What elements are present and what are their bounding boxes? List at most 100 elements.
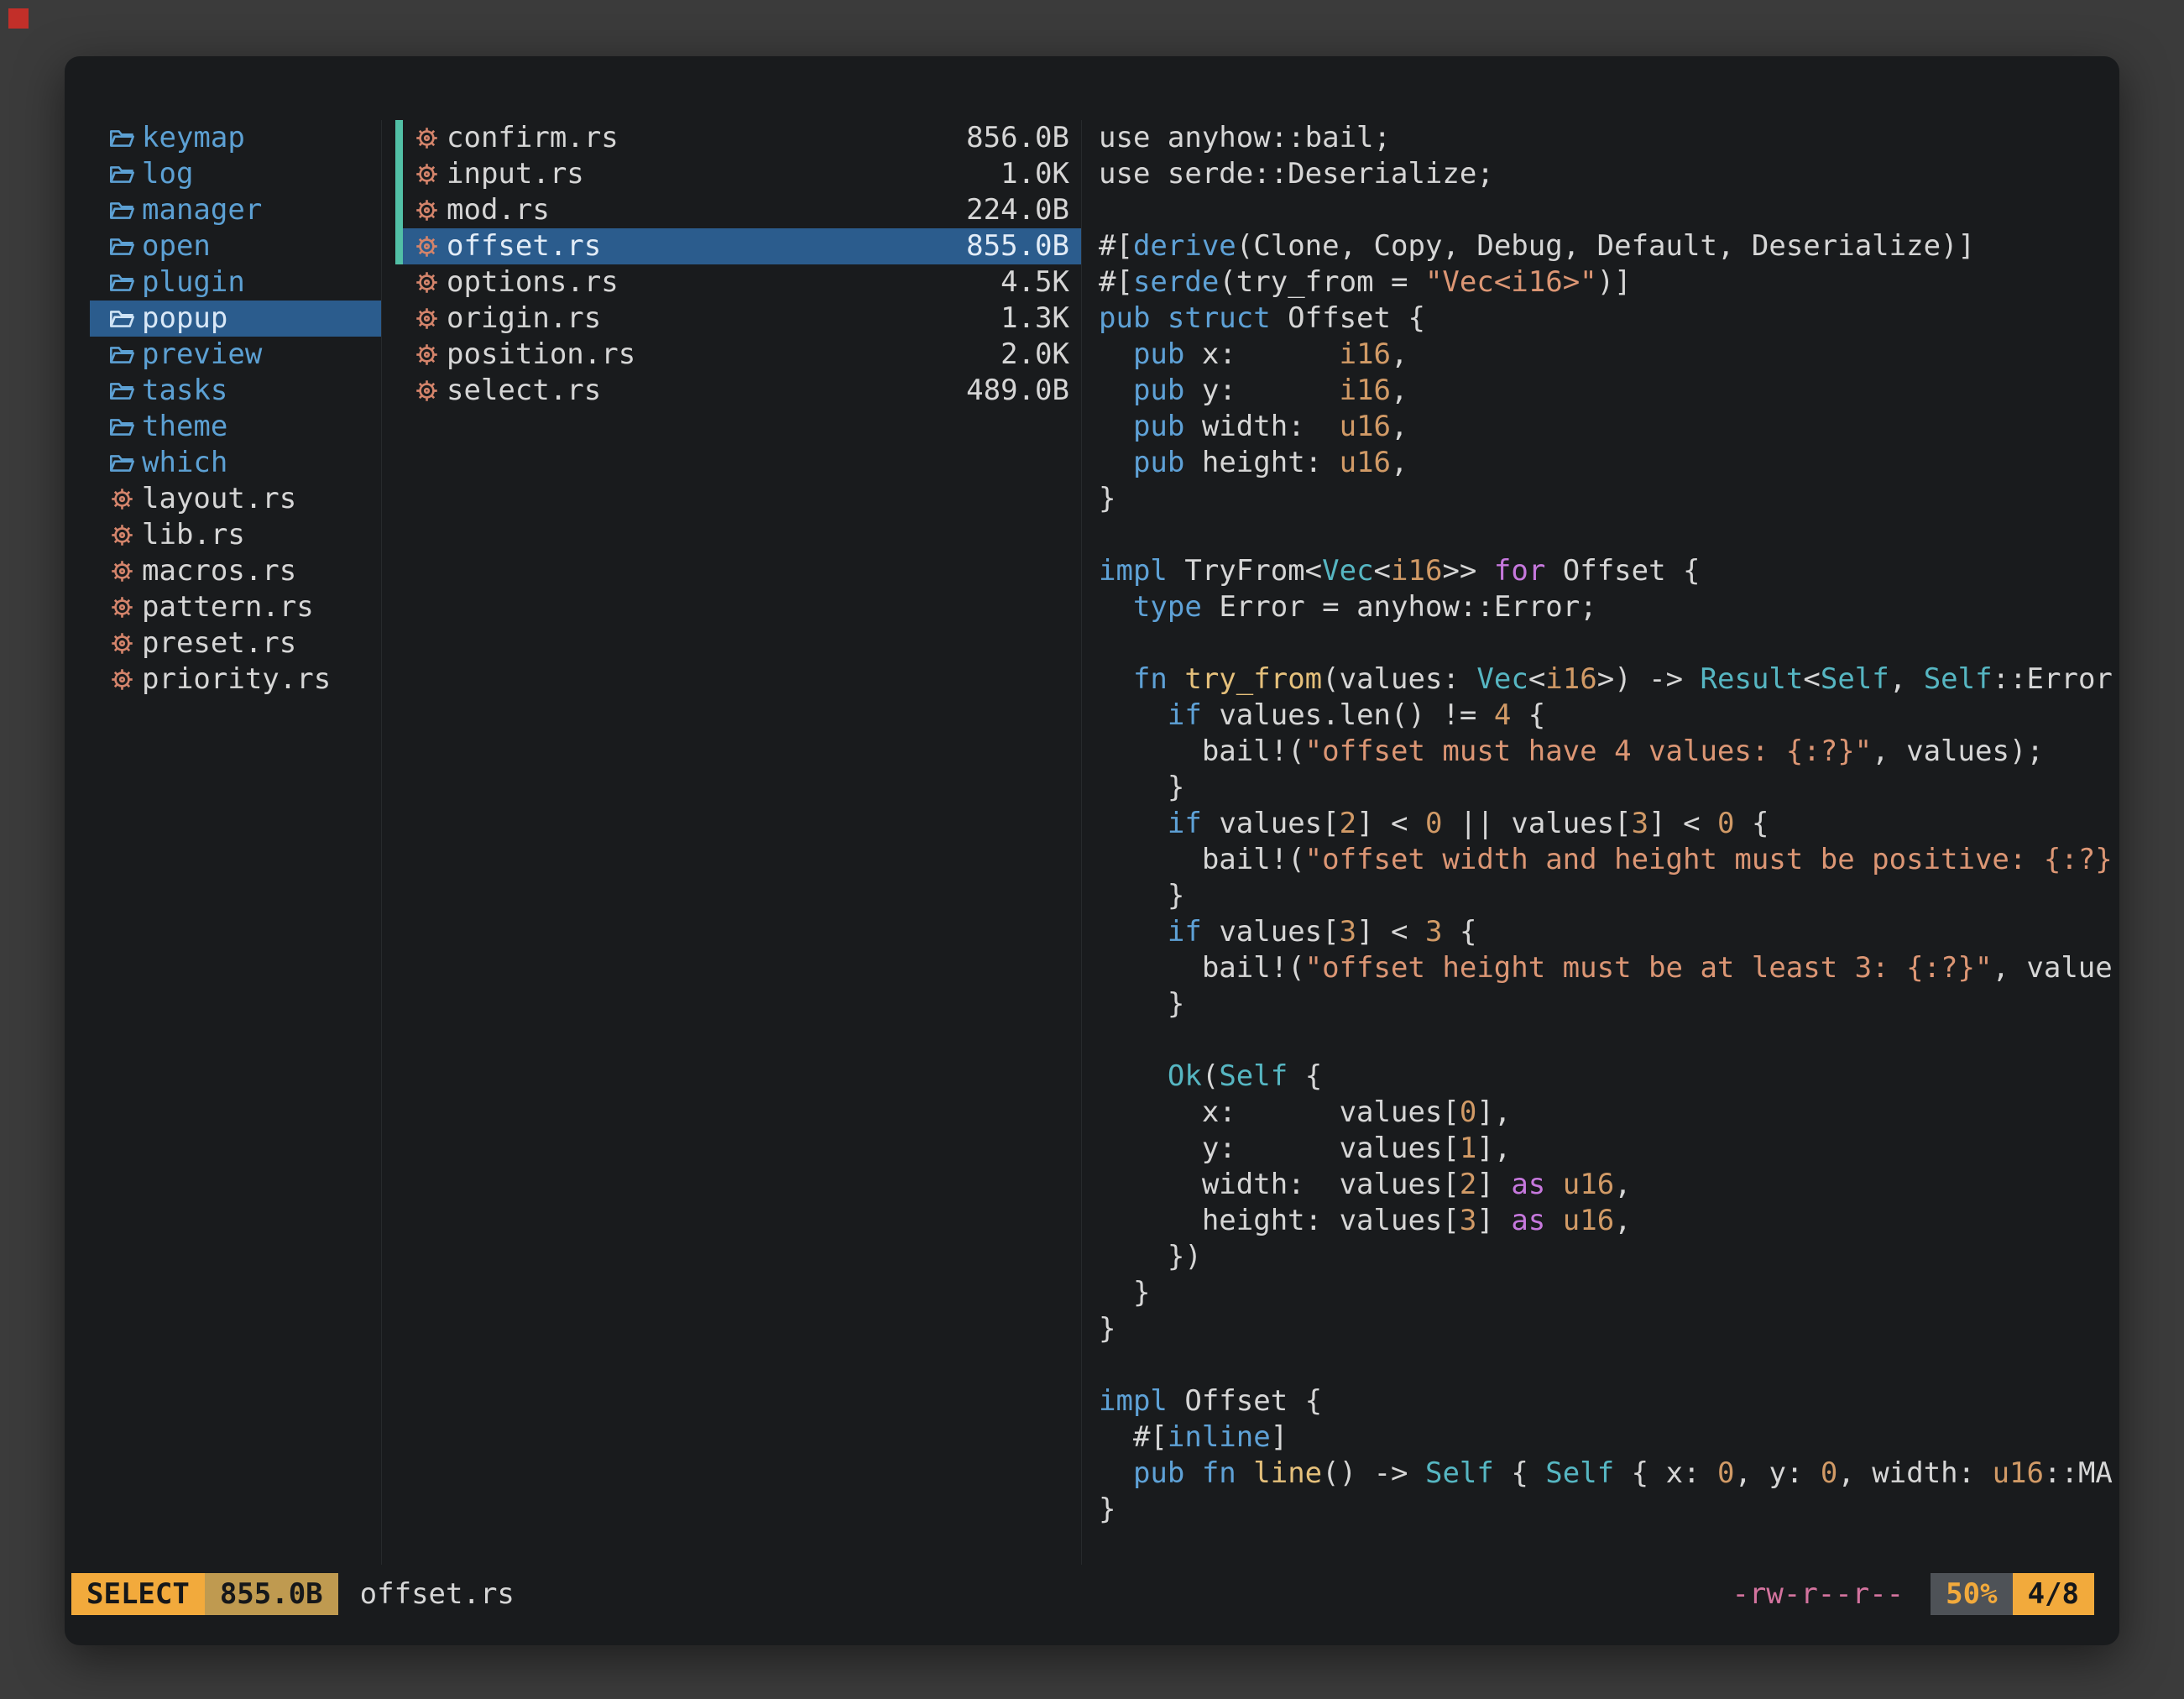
file-row-position-rs[interactable]: position.rs2.0K xyxy=(395,337,1081,373)
code-line: x: values[0], xyxy=(1099,1095,2119,1131)
code-token: #[ xyxy=(1099,1420,1168,1454)
code-token: Offset { xyxy=(1271,301,1425,335)
code-token: Vec xyxy=(1322,554,1373,588)
code-token: "offset must have 4 values: {:?}" xyxy=(1305,734,1873,768)
sidebar-item-theme[interactable]: theme xyxy=(90,409,381,445)
sidebar-item-label: lib.rs xyxy=(142,517,245,553)
file-name: confirm.rs xyxy=(447,120,619,156)
code-token: ] xyxy=(1476,1168,1511,1201)
code-line: height: values[3] as u16, xyxy=(1099,1203,2119,1239)
code-token: () -> xyxy=(1322,1456,1425,1490)
code-token: } xyxy=(1099,771,1184,804)
code-token: width: xyxy=(1184,410,1339,443)
sidebar-item-label: log xyxy=(142,156,193,192)
file-row-confirm-rs[interactable]: confirm.rs856.0B xyxy=(395,120,1081,156)
code-line: } xyxy=(1099,1311,2119,1347)
rust-file-icon xyxy=(107,481,137,517)
file-size: 2.0K xyxy=(1001,337,1069,373)
sidebar-item-label: tasks xyxy=(142,373,227,409)
file-row-input-rs[interactable]: input.rs1.0K xyxy=(395,156,1081,192)
sidebar-item-lib-rs[interactable]: lib.rs xyxy=(90,517,381,553)
code-token xyxy=(1099,410,1133,443)
code-line: use anyhow::bail; xyxy=(1099,120,2119,156)
code-token: , value xyxy=(1992,951,2112,985)
file-permissions: -rw-r--r-- xyxy=(1732,1577,1904,1611)
status-bar: SELECT 855.0B offset.rs -rw-r--r-- 50% 4… xyxy=(71,1573,2094,1615)
code-line: } xyxy=(1099,986,2119,1022)
sidebar-item-priority-rs[interactable]: priority.rs xyxy=(90,661,381,698)
code-token: , xyxy=(1614,1168,1631,1201)
sidebar-item-preview[interactable]: preview xyxy=(90,337,381,373)
file-row-body: mod.rs224.0B xyxy=(403,192,1081,228)
code-token: i16 xyxy=(1340,374,1391,407)
file-size: 855.0B xyxy=(966,228,1069,264)
red-marker xyxy=(8,8,29,29)
code-token xyxy=(1099,698,1168,732)
code-token: as xyxy=(1511,1168,1545,1201)
sidebar-item-tasks[interactable]: tasks xyxy=(90,373,381,409)
sidebar-item-which[interactable]: which xyxy=(90,445,381,481)
folder-icon xyxy=(107,337,137,373)
code-token: pub fn xyxy=(1133,1456,1236,1490)
code-token: (Clone, Copy, Debug, Default, Deserializ… xyxy=(1236,229,1975,263)
current-directory-pane: confirm.rs856.0Binput.rs1.0Kmod.rs224.0B… xyxy=(382,120,1082,1565)
code-token: } xyxy=(1099,987,1184,1021)
sidebar-item-open[interactable]: open xyxy=(90,228,381,264)
code-token: )] xyxy=(1597,265,1632,299)
terminal-window: keymaplogmanageropenpluginpopuppreviewta… xyxy=(65,56,2119,1645)
code-token: { xyxy=(1442,915,1476,949)
sidebar-item-preset-rs[interactable]: preset.rs xyxy=(90,625,381,661)
sidebar-item-plugin[interactable]: plugin xyxy=(90,264,381,301)
sidebar-item-label: popup xyxy=(142,301,227,337)
sidebar-item-pattern-rs[interactable]: pattern.rs xyxy=(90,589,381,625)
code-token: i16 xyxy=(1391,554,1442,588)
sidebar-item-macros-rs[interactable]: macros.rs xyxy=(90,553,381,589)
rust-file-icon xyxy=(107,625,137,661)
sidebar-item-manager[interactable]: manager xyxy=(90,192,381,228)
code-token: < xyxy=(1803,662,1820,696)
file-row-mod-rs[interactable]: mod.rs224.0B xyxy=(395,192,1081,228)
code-token: 4 xyxy=(1494,698,1511,732)
code-token: bail!( xyxy=(1099,951,1305,985)
code-token: #[ xyxy=(1099,265,1133,299)
code-token: 3 xyxy=(1340,915,1356,949)
file-row-offset-rs[interactable]: offset.rs 855.0B xyxy=(395,228,1081,264)
code-token xyxy=(1099,662,1133,696)
code-token: pub struct xyxy=(1099,301,1271,335)
code-token: Self xyxy=(1821,662,1889,696)
code-token: ], xyxy=(1476,1095,1511,1129)
code-token: 0 xyxy=(1821,1456,1837,1490)
code-token: bail!( xyxy=(1099,734,1305,768)
sidebar-item-keymap[interactable]: keymap xyxy=(90,120,381,156)
file-size: 1.0K xyxy=(1001,156,1069,192)
sidebar-item-log[interactable]: log xyxy=(90,156,381,192)
code-token: , y: xyxy=(1735,1456,1821,1490)
code-line: #[serde(try_from = "Vec<i16>")] xyxy=(1099,264,2119,301)
code-token: u16 xyxy=(1993,1456,2044,1490)
file-row-origin-rs[interactable]: origin.rs1.3K xyxy=(395,301,1081,337)
file-row-select-rs[interactable]: select.rs489.0B xyxy=(395,373,1081,409)
code-token: } xyxy=(1099,879,1184,912)
file-name: select.rs xyxy=(447,373,601,409)
code-token: y: values[ xyxy=(1099,1132,1460,1165)
code-line: pub y: i16, xyxy=(1099,373,2119,409)
sidebar-item-label: manager xyxy=(142,192,262,228)
file-row-options-rs[interactable]: options.rs4.5K xyxy=(395,264,1081,301)
code-token: if xyxy=(1168,915,1202,949)
code-line: width: values[2] as u16, xyxy=(1099,1167,2119,1203)
code-token: , width: xyxy=(1837,1456,1992,1490)
file-row-body: select.rs489.0B xyxy=(403,373,1081,409)
code-token: pub xyxy=(1133,374,1184,407)
sidebar-item-layout-rs[interactable]: layout.rs xyxy=(90,481,381,517)
parent-directory-pane: keymaplogmanageropenpluginpopuppreviewta… xyxy=(90,120,382,1565)
code-token: ], xyxy=(1476,1132,1511,1165)
code-token: TryFrom< xyxy=(1168,554,1322,588)
cursor-position-badge: 4/8 xyxy=(2013,1573,2094,1615)
folder-icon xyxy=(107,228,137,264)
file-name: offset.rs xyxy=(447,228,601,264)
folder-icon xyxy=(107,120,137,156)
code-token: i16 xyxy=(1545,662,1596,696)
sidebar-item-popup[interactable]: popup xyxy=(90,301,381,337)
code-line: y: values[1], xyxy=(1099,1131,2119,1167)
code-token: < xyxy=(1374,554,1391,588)
